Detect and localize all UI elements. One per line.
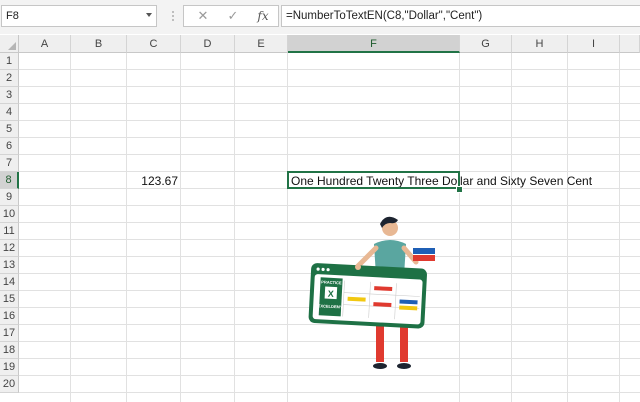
name-box[interactable]: F8 [1, 5, 157, 27]
row-gridline [19, 69, 640, 70]
formula-buttons: ✕ ✓ fx [183, 5, 279, 27]
column-gridline [619, 53, 620, 402]
row-header-7[interactable]: 7 [0, 155, 19, 172]
column-header-e[interactable]: E [235, 35, 288, 53]
row-header-1[interactable]: 1 [0, 53, 19, 70]
flag-red [413, 255, 435, 261]
row-header-8[interactable]: 8 [0, 172, 19, 189]
row-header-3[interactable]: 3 [0, 87, 19, 104]
fx-icon[interactable]: fx [250, 6, 276, 26]
column-header-b[interactable]: B [71, 35, 127, 53]
practice-illustration: PRACTICE X EXCELDEMY [308, 216, 435, 369]
column-header-g[interactable]: G [460, 35, 512, 53]
column-gridline [234, 53, 235, 402]
row-header-20[interactable]: 20 [0, 376, 19, 393]
left-arm [355, 245, 379, 269]
column-gridline [459, 53, 460, 402]
row-header-12[interactable]: 12 [0, 240, 19, 257]
fill-handle[interactable] [456, 186, 463, 193]
row-gridline [19, 137, 640, 138]
flag-blue [413, 248, 435, 254]
enter-icon[interactable]: ✓ [220, 6, 246, 26]
formula-input[interactable]: =NumberToTextEN(C8,"Dollar","Cent") [281, 5, 640, 27]
column-gridline [287, 53, 288, 402]
row-header-10[interactable]: 10 [0, 206, 19, 223]
column-header-i[interactable]: I [568, 35, 620, 53]
column-header-f[interactable]: F [288, 35, 460, 53]
select-all-icon [8, 42, 16, 50]
column-gridline [70, 53, 71, 402]
selected-cell-outline[interactable] [287, 171, 460, 189]
formula-bar: F8 ✕ ✓ fx =NumberToTextEN(C8,"Dollar","C… [0, 0, 640, 34]
right-shoe [397, 363, 411, 369]
row-header-4[interactable]: 4 [0, 104, 19, 121]
practice-board: PRACTICE X EXCELDEMY [308, 263, 427, 329]
left-shoe [373, 363, 387, 369]
column-gridline [126, 53, 127, 402]
row-gridline [19, 154, 640, 155]
column-header-a[interactable]: A [19, 35, 71, 53]
name-box-value: F8 [6, 10, 19, 22]
column-gridline [180, 53, 181, 402]
column-gridline [511, 53, 512, 402]
cell-c8[interactable]: 123.67 [141, 173, 178, 189]
row-gridline [19, 103, 640, 104]
select-all-corner[interactable] [0, 35, 19, 53]
column-header-c[interactable]: C [127, 35, 181, 53]
column-header-h[interactable]: H [512, 35, 568, 53]
left-leg [376, 326, 384, 362]
row-gridline [19, 205, 640, 206]
row-gridline [19, 120, 640, 121]
row-header-5[interactable]: 5 [0, 121, 19, 138]
column-gridline [567, 53, 568, 402]
row-header-15[interactable]: 15 [0, 291, 19, 308]
row-header-18[interactable]: 18 [0, 342, 19, 359]
chevron-down-icon[interactable] [146, 13, 152, 17]
row-header-17[interactable]: 17 [0, 325, 19, 342]
row-header-2[interactable]: 2 [0, 70, 19, 87]
row-header-19[interactable]: 19 [0, 359, 19, 376]
row-header-9[interactable]: 9 [0, 189, 19, 206]
formula-text: =NumberToTextEN(C8,"Dollar","Cent") [286, 10, 483, 22]
column-header-d[interactable]: D [181, 35, 235, 53]
row-header-11[interactable]: 11 [0, 223, 19, 240]
cancel-icon[interactable]: ✕ [190, 6, 216, 26]
row-header-16[interactable]: 16 [0, 308, 19, 325]
right-leg [400, 326, 408, 362]
column-header-overflow [620, 35, 640, 53]
row-header-14[interactable]: 14 [0, 274, 19, 291]
grip-handle-icon[interactable] [172, 10, 174, 23]
row-gridline [19, 86, 640, 87]
excel-x-icon: X [328, 289, 335, 299]
row-header-6[interactable]: 6 [0, 138, 19, 155]
row-gridline [19, 375, 640, 376]
row-header-13[interactable]: 13 [0, 257, 19, 274]
left-hand [355, 264, 361, 270]
row-gridline [19, 392, 640, 393]
